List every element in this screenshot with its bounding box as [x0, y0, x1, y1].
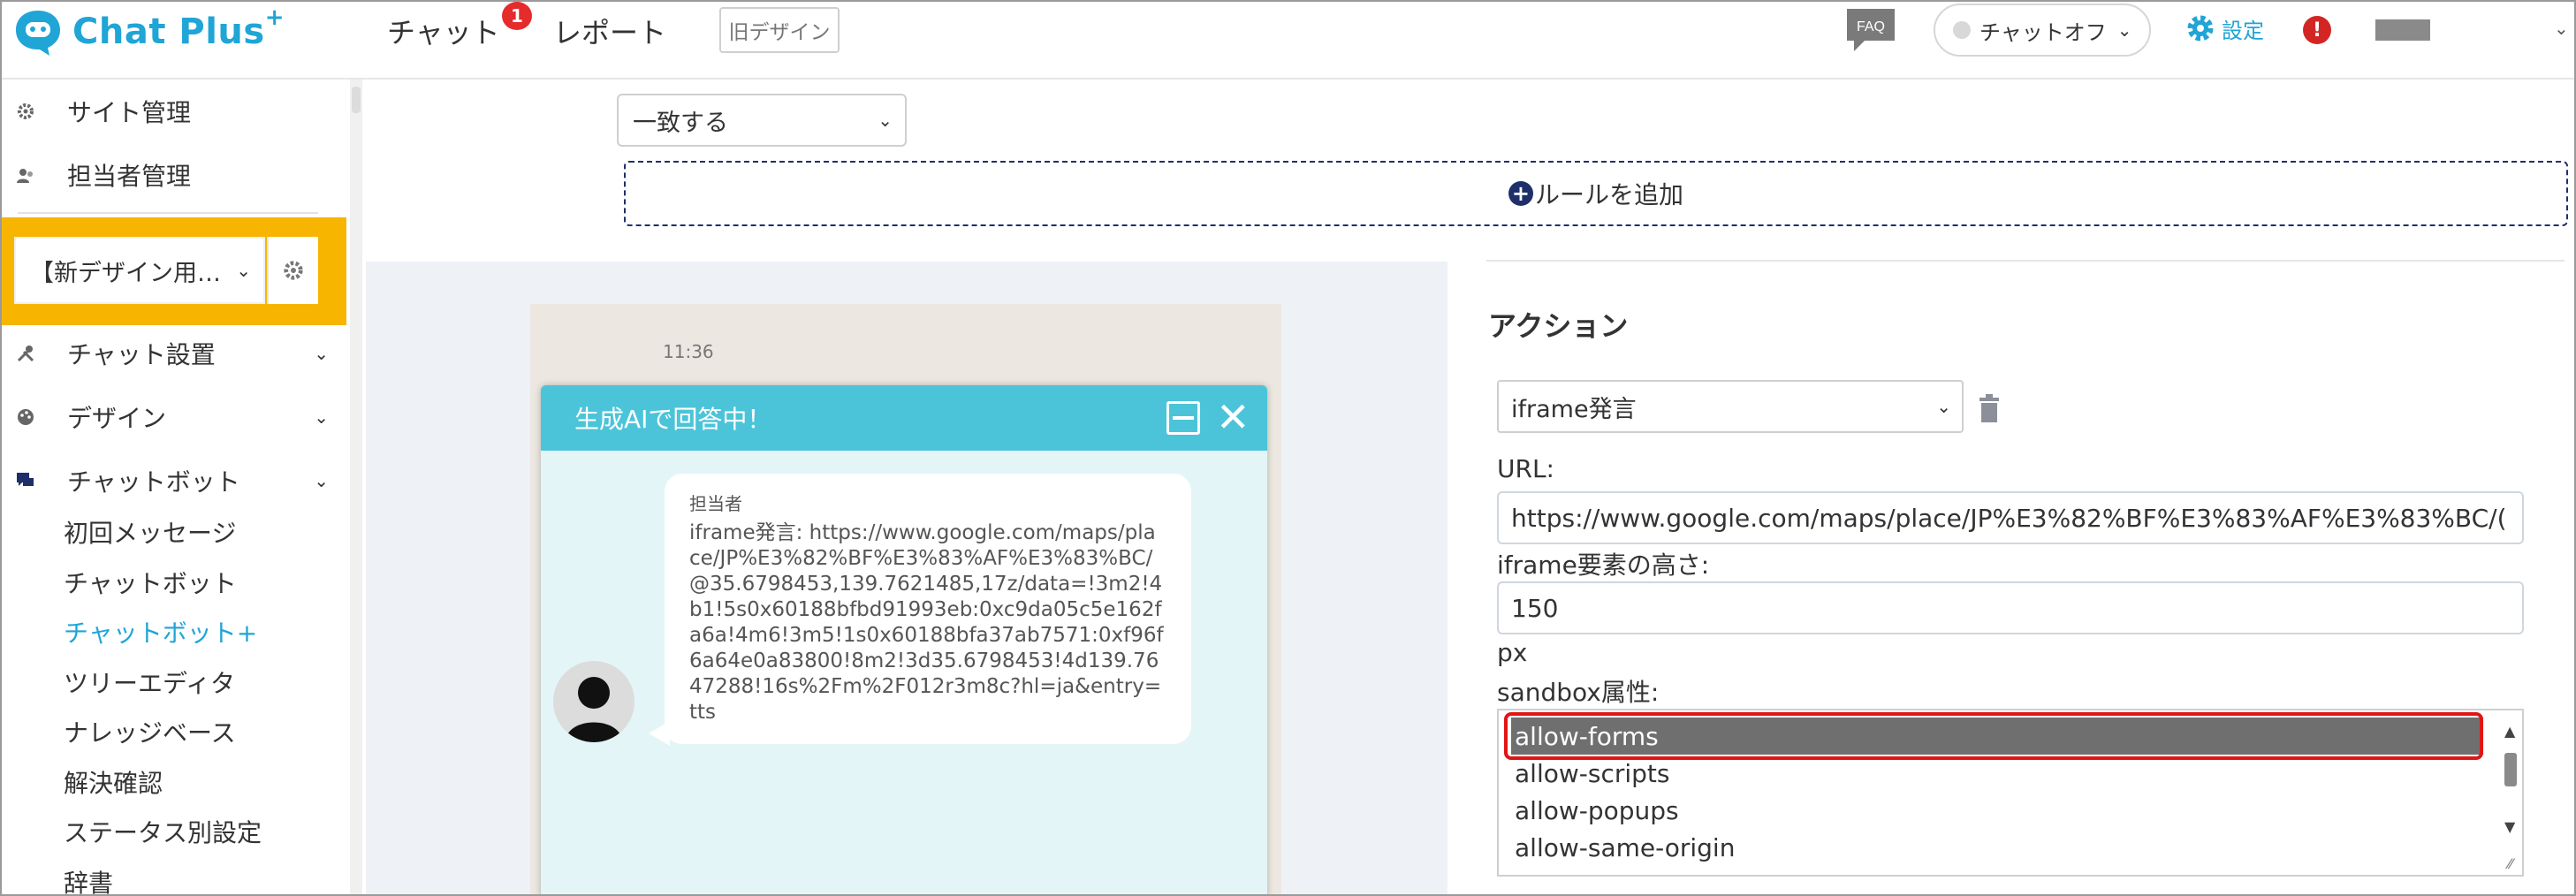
- add-rule-label: ルールを追加: [1534, 180, 1683, 209]
- message-time: 11:36: [663, 341, 714, 362]
- sidebar-item-label: 担当者管理: [67, 162, 192, 191]
- sandbox-option-allow-popups[interactable]: allow-popups: [1511, 792, 2483, 829]
- url-label: URL:: [1497, 454, 1554, 483]
- faq-icon[interactable]: FAQ: [1845, 7, 1896, 55]
- sandbox-option-allow-scripts[interactable]: allow-scripts: [1511, 755, 2483, 792]
- sidebar-subitem-chatbot[interactable]: チャットボット: [64, 565, 237, 600]
- sidebar-scrollbar-thumb[interactable]: [352, 87, 361, 113]
- resize-handle-icon[interactable]: ⁄⁄: [2508, 855, 2512, 872]
- sidebar-subitem-knowledge-base[interactable]: ナレッジベース: [64, 714, 236, 749]
- chevron-down-icon: ⌄: [236, 260, 251, 281]
- chat-status-label: チャットオフ: [1979, 19, 2107, 45]
- message-text: iframe発言: https://www.google.com/maps/pl…: [689, 521, 1164, 724]
- status-dot-icon: [1953, 21, 1971, 39]
- settings-label: 設定: [2222, 18, 2264, 43]
- user-name-redacted[interactable]: [2375, 19, 2430, 41]
- nav-chat[interactable]: チャット: [387, 11, 500, 51]
- url-input[interactable]: https://www.google.com/maps/place/JP%E3%…: [1497, 491, 2524, 544]
- close-icon[interactable]: ✕: [1216, 392, 1250, 442]
- iframe-height-label: iframe要素の高さ:: [1497, 551, 1710, 580]
- sidebar-item-label: チャットボット: [67, 467, 240, 497]
- sidebar-item-design[interactable]: デザイン ⌄: [2, 396, 346, 438]
- logo-plus: +: [264, 4, 285, 31]
- users-icon: [16, 165, 35, 185]
- sidebar-item-chatbot[interactable]: チャットボット ⌄: [2, 459, 346, 502]
- cog-icon: [284, 261, 303, 280]
- match-select-value: 一致する: [633, 109, 728, 137]
- iframe-height-unit: px: [1497, 638, 1528, 667]
- plus-circle-icon: +: [1508, 181, 1533, 206]
- action-type-select[interactable]: iframe発言 ⌄: [1497, 380, 1964, 433]
- operator-avatar: [553, 661, 635, 742]
- sidebar-subitem-first-message[interactable]: 初回メッセージ: [64, 514, 236, 550]
- sidebar-subitem-dictionary[interactable]: 辞書: [64, 864, 113, 894]
- match-select[interactable]: 一致する ⌄: [617, 94, 907, 147]
- chevron-down-icon: ⌄: [314, 406, 329, 428]
- action-type-value: iframe発言: [1511, 395, 1637, 423]
- chat-widget-header: 生成AIで回答中！: [541, 385, 1267, 451]
- sidebar-item-staff-admin[interactable]: 担当者管理: [2, 154, 346, 196]
- sidebar-item-chat-settings[interactable]: チャット設置 ⌄: [2, 332, 346, 375]
- alert-icon[interactable]: !: [2303, 16, 2331, 44]
- logo-text: Chat Plus: [72, 11, 265, 52]
- chevron-down-icon: ⌄: [878, 110, 893, 131]
- add-rule-button[interactable]: + ルールを追加: [624, 161, 2568, 226]
- chevron-down-icon[interactable]: ⌄: [2554, 18, 2569, 39]
- faq-label: FAQ: [1857, 19, 1885, 34]
- site-select[interactable]: 【新デザイン用… ⌄: [14, 237, 265, 304]
- sidebar-item-label: チャット設置: [67, 340, 216, 369]
- sandbox-option-allow-same-origin[interactable]: allow-same-origin: [1511, 829, 2483, 866]
- site-settings-button[interactable]: [267, 237, 318, 304]
- settings-link[interactable]: 設定: [2185, 12, 2264, 44]
- chevron-down-icon: ⌄: [2116, 19, 2132, 41]
- sidebar-item-label: サイト管理: [67, 98, 192, 127]
- sidebar-item-site-admin[interactable]: サイト管理: [2, 90, 346, 133]
- sidebar-subitem-status-settings[interactable]: ステータス別設定: [64, 814, 262, 849]
- selected-option-highlight: [1504, 712, 2483, 760]
- trash-icon[interactable]: [1978, 394, 2001, 422]
- chat-status-toggle[interactable]: チャットオフ ⌄: [1934, 4, 2151, 57]
- cog-icon: [16, 102, 35, 121]
- sidebar-scrollbar[interactable]: [350, 80, 362, 894]
- chat-widget-preview: 生成AIで回答中！ ✕ 担当者 iframe発言: https://www.go…: [541, 385, 1267, 894]
- sidebar-item-label: デザイン: [67, 404, 167, 433]
- app-window: Chat Plus + チャット 1 レポート 旧デザイン FAQ チャットオフ…: [0, 0, 2576, 896]
- palette-icon: [16, 407, 35, 427]
- nav-report[interactable]: レポート: [553, 11, 666, 51]
- action-title: アクション: [1488, 309, 1629, 343]
- old-design-button[interactable]: 旧デザイン: [719, 7, 840, 53]
- logo[interactable]: Chat Plus +: [12, 4, 285, 58]
- sidebar-divider: [18, 212, 318, 214]
- nav-chat-badge: 1: [502, 2, 532, 30]
- gear-icon: [2187, 15, 2214, 42]
- listbox-scrollbar-thumb[interactable]: [2504, 753, 2517, 786]
- message-bubble: 担当者 iframe発言: https://www.google.com/map…: [665, 474, 1191, 744]
- chevron-down-icon: ⌄: [314, 343, 329, 364]
- scroll-up-icon[interactable]: ▲: [2504, 723, 2515, 740]
- sidebar-subitem-resolution-check[interactable]: 解決確認: [64, 764, 163, 800]
- minimize-icon[interactable]: [1166, 401, 1200, 435]
- sidebar-subitem-chatbot-plus[interactable]: チャットボット+: [64, 614, 257, 649]
- chat-widget-title: 生成AIで回答中！: [574, 405, 772, 434]
- sender-name: 担当者: [689, 493, 742, 514]
- chevron-down-icon: ⌄: [1936, 396, 1951, 417]
- site-select-value: 【新デザイン用…: [30, 259, 221, 287]
- chat-bubble-logo-icon: [12, 7, 64, 57]
- panel-divider: [1486, 260, 2565, 262]
- chat-icon: [16, 471, 35, 490]
- top-header: Chat Plus + チャット 1 レポート 旧デザイン FAQ チャットオフ…: [2, 2, 2574, 80]
- tools-icon: [16, 344, 35, 363]
- sidebar-subitem-tree-editor[interactable]: ツリーエディタ: [64, 664, 235, 700]
- chevron-down-icon: ⌄: [314, 470, 329, 491]
- sandbox-label: sandbox属性:: [1497, 678, 1660, 707]
- scroll-down-icon[interactable]: ▼: [2504, 818, 2515, 835]
- iframe-height-input[interactable]: 150: [1497, 581, 2524, 634]
